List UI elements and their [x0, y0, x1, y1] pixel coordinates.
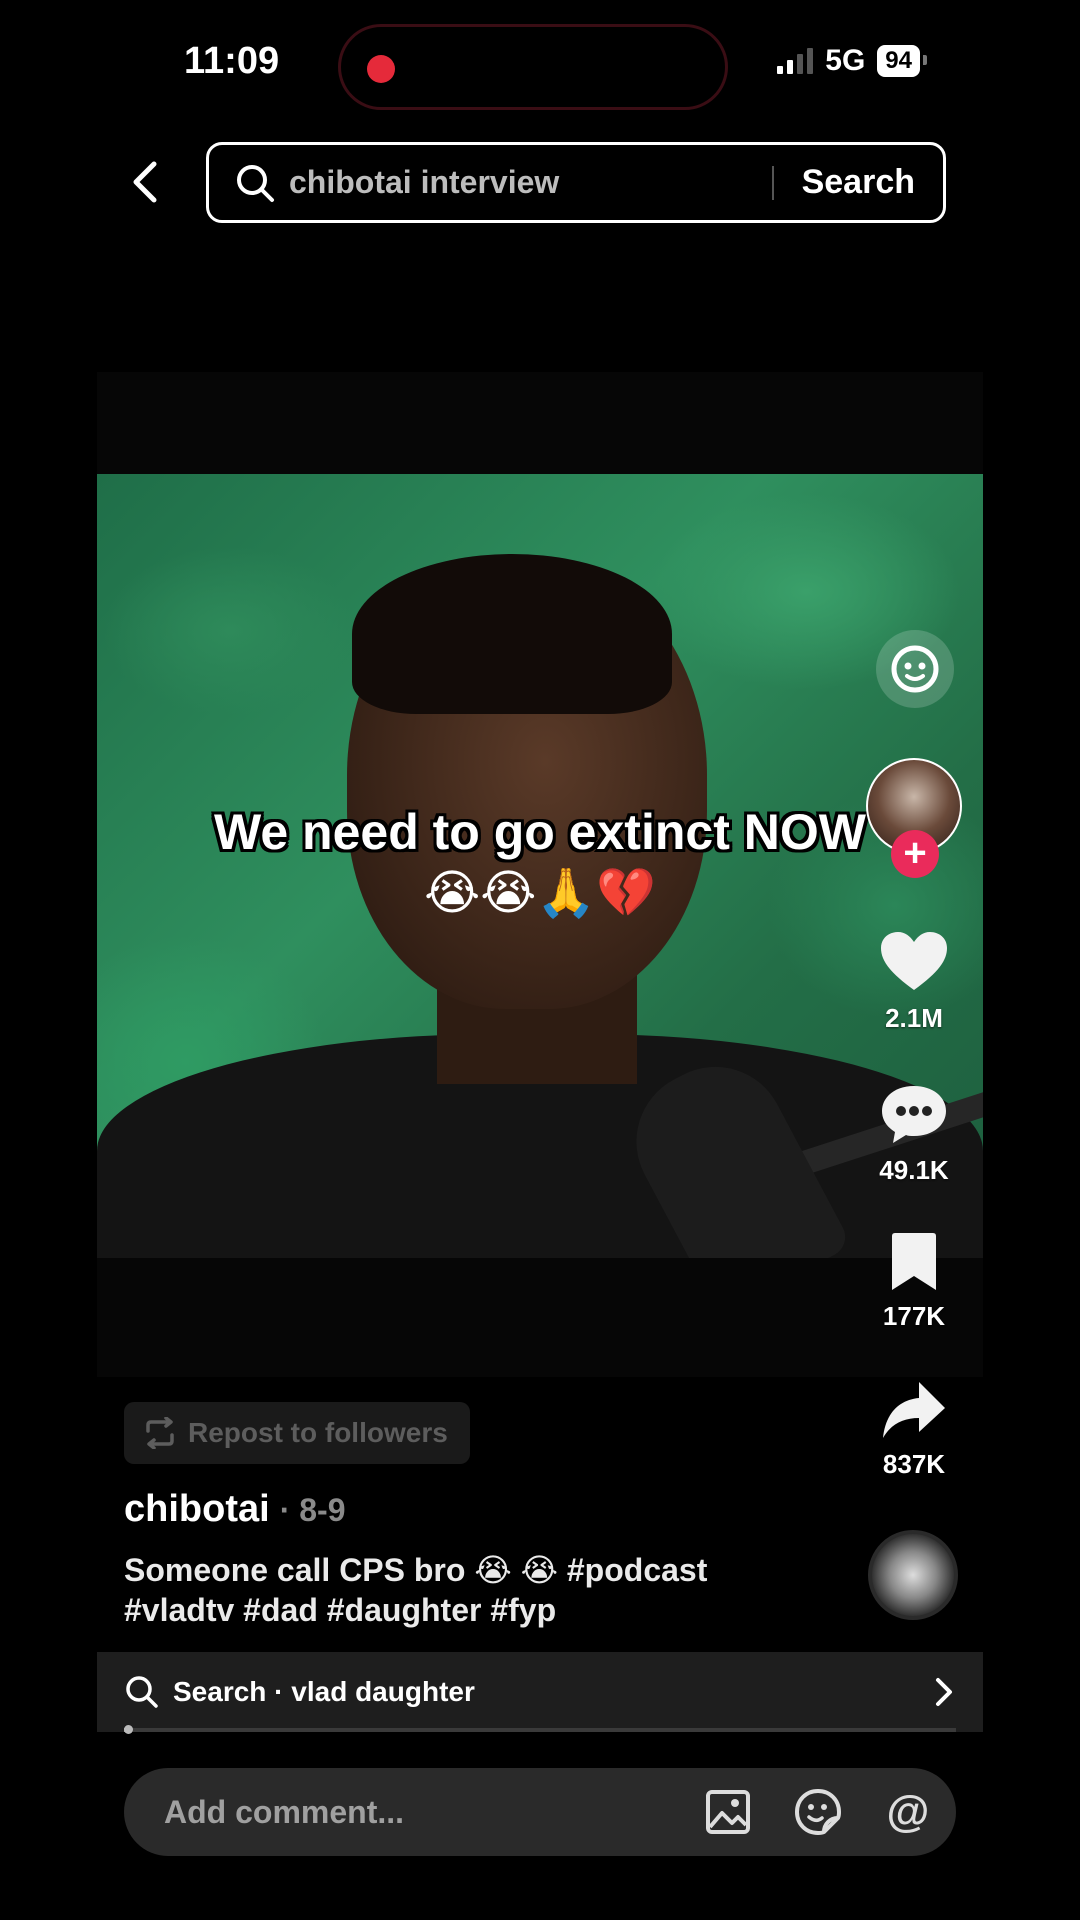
author-line: chibotai · 8-9 [124, 1488, 345, 1531]
search-bar[interactable]: chibotai interview Search [206, 142, 946, 223]
music-disc-icon[interactable] [868, 1530, 958, 1620]
post-date: · 8-9 [279, 1492, 346, 1528]
chevron-left-icon [133, 161, 157, 203]
like-button[interactable]: 2.1M [866, 930, 962, 1034]
battery-icon: 94 [877, 45, 927, 77]
comment-input[interactable]: Add comment... [164, 1794, 662, 1831]
status-time: 11:09 [184, 40, 280, 82]
sticker-icon[interactable] [794, 1788, 842, 1836]
video-overlay-text: We need to go extinct NOW [214, 804, 866, 860]
back-button[interactable] [124, 160, 168, 204]
related-search-bar[interactable]: Search · vlad daughter [97, 1652, 983, 1732]
repost-button[interactable]: Repost to followers [124, 1402, 470, 1464]
heart-icon [881, 932, 947, 990]
share-button[interactable]: 837K [866, 1380, 962, 1480]
share-icon [883, 1382, 945, 1438]
comment-bar[interactable]: Add comment... @ [124, 1768, 956, 1856]
dynamic-island [338, 24, 728, 110]
bookmark-button[interactable]: 177K [866, 1232, 962, 1332]
search-icon [126, 1676, 158, 1708]
save-count: 177K [882, 1301, 946, 1331]
comment-count: 49.1K [879, 1155, 949, 1185]
mention-icon[interactable]: @ [884, 1787, 932, 1836]
search-icon [237, 164, 274, 202]
network-type: 5G [825, 44, 866, 77]
image-icon[interactable] [704, 1788, 752, 1836]
comment-icon [882, 1086, 946, 1143]
ai-chat-button[interactable] [876, 630, 954, 708]
search-button[interactable]: Search [774, 163, 943, 202]
share-count: 837K [882, 1449, 946, 1479]
chevron-right-icon [936, 1678, 952, 1706]
repost-icon [146, 1417, 174, 1449]
video-overlay-emoji: 😭😭🙏💔 [424, 865, 656, 921]
related-search-label: Search · vlad daughter [173, 1676, 475, 1707]
ai-chat-icon [891, 645, 939, 693]
repost-label: Repost to followers [188, 1417, 448, 1448]
author-name[interactable]: chibotai [124, 1488, 270, 1531]
search-input[interactable]: chibotai interview [289, 164, 772, 201]
like-count: 2.1M [885, 1003, 943, 1033]
video-progress-handle[interactable] [124, 1725, 133, 1734]
recording-indicator-icon [367, 55, 395, 83]
video-progress-bar[interactable] [124, 1725, 956, 1734]
cellular-signal-icon [777, 48, 814, 74]
post-caption[interactable]: Someone call CPS bro 😭 😭 #podcast #vladt… [124, 1550, 804, 1630]
comment-button[interactable]: 49.1K [866, 1082, 962, 1186]
bookmark-icon [892, 1233, 936, 1290]
status-indicators: 5G 94 [777, 44, 927, 78]
follow-button[interactable]: + [891, 830, 939, 878]
